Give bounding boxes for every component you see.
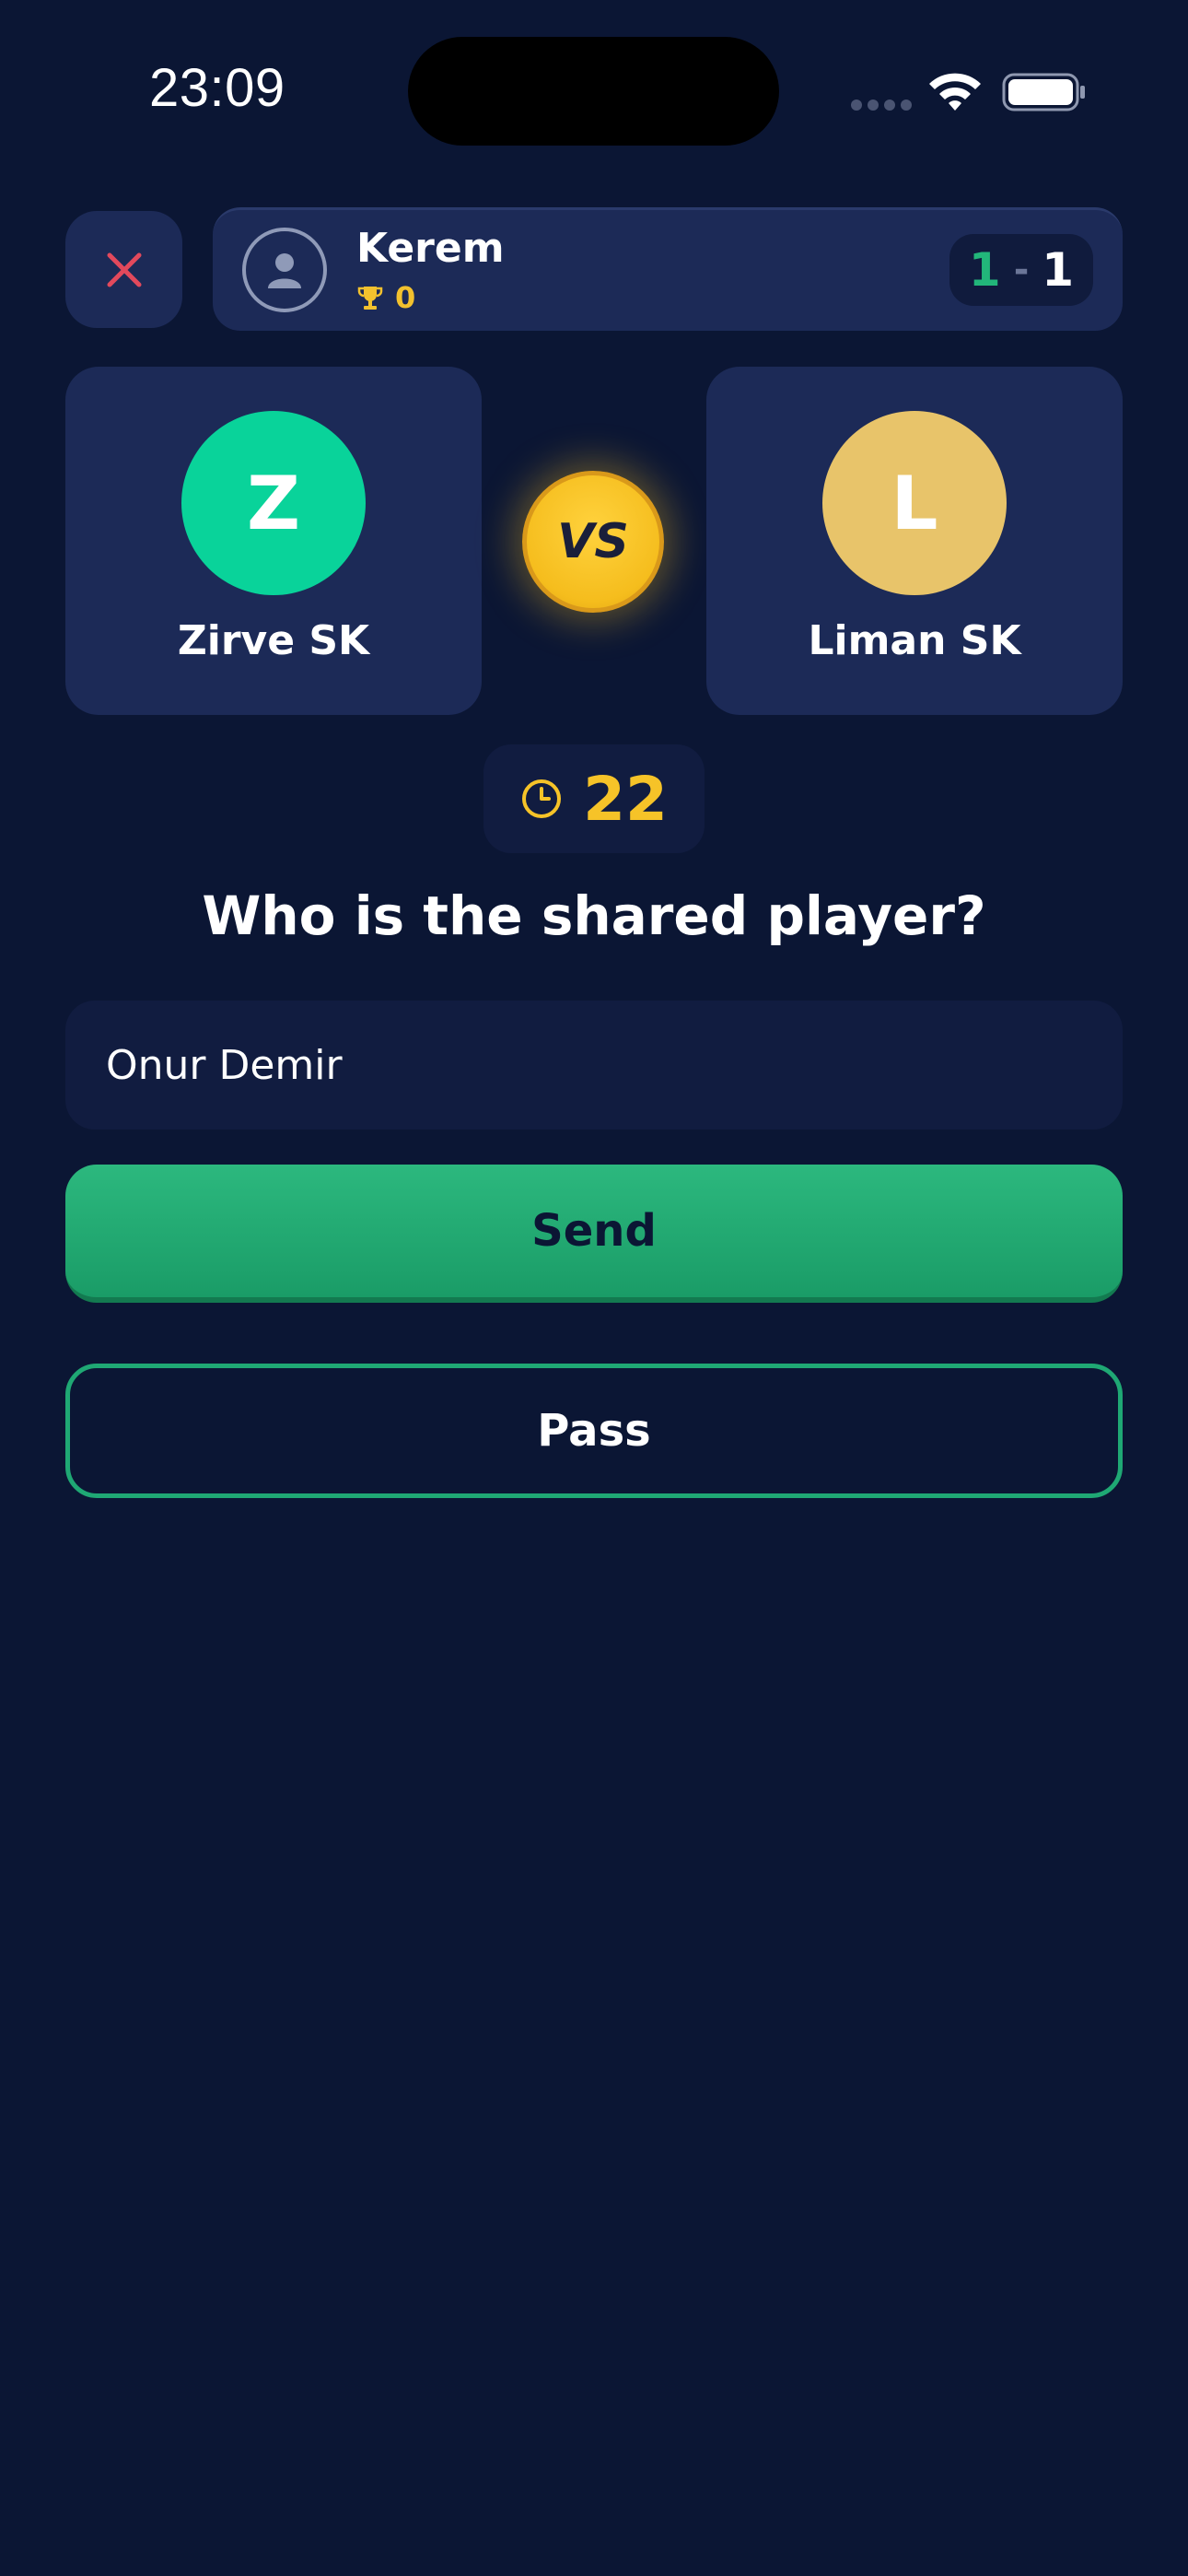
battery-icon — [1002, 73, 1085, 111]
home-team-card: Z Zirve SK — [65, 367, 482, 715]
user-icon — [268, 253, 301, 288]
trophy-count: 0 — [395, 280, 416, 315]
dynamic-island — [408, 37, 779, 146]
trophy-icon — [357, 287, 383, 310]
clock-icon — [522, 779, 562, 818]
game-screen: 23:09 Kerem 0 1 - 1 Z Zirve SK VS L Lima… — [0, 0, 1188, 2576]
vs-badge: VS — [522, 471, 664, 613]
avatar — [242, 228, 327, 312]
close-icon — [107, 252, 141, 287]
match-score: 1 - 1 — [949, 234, 1093, 306]
wifi-icon — [929, 73, 981, 111]
score-separator: - — [1013, 249, 1030, 291]
score-left: 1 — [968, 243, 1001, 297]
cellular-signal-icon — [851, 100, 912, 111]
away-team-badge: L — [822, 411, 1007, 595]
away-team-card: L Liman SK — [706, 367, 1123, 715]
answer-input[interactable] — [65, 1001, 1123, 1130]
send-button[interactable]: Send — [65, 1165, 1123, 1303]
player-card: Kerem 0 1 - 1 — [213, 207, 1123, 331]
pass-button[interactable]: Pass — [65, 1364, 1123, 1498]
close-button[interactable] — [65, 211, 182, 328]
trophy-row: 0 — [356, 280, 415, 315]
question-text: Who is the shared player? — [202, 884, 986, 947]
status-time: 23:09 — [149, 58, 285, 118]
timer-seconds: 22 — [583, 763, 668, 835]
score-right: 1 — [1042, 243, 1075, 297]
away-team-name: Liman SK — [808, 617, 1021, 664]
home-team-badge: Z — [181, 411, 366, 595]
home-team-name: Zirve SK — [177, 617, 370, 664]
player-name: Kerem — [356, 225, 505, 272]
countdown-timer: 22 — [483, 744, 705, 853]
